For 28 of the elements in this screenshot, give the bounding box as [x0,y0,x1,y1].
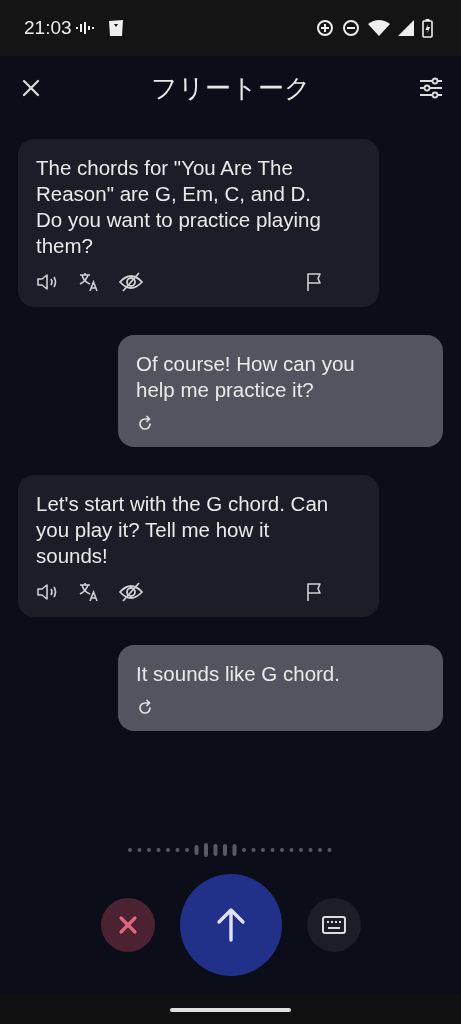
keyboard-icon [321,915,346,935]
screen-title: フリートーク [150,71,311,105]
signal-icon [398,20,414,36]
message-text: It sounds like G chord. [136,661,341,687]
battery-icon [422,18,433,38]
retry-button[interactable] [136,415,154,433]
report-flag-button[interactable] [305,272,323,292]
settings-button[interactable] [419,77,443,99]
notification-icon [107,19,124,37]
hide-text-button[interactable] [118,581,144,603]
message-text: Of course! How can you help me practice it? [136,351,356,403]
do-not-disturb-icon [342,19,360,37]
wifi-icon [368,20,390,36]
message-text: The chords for "You Are The Reason" are G, Em, C, and D. Do you want to practice playing them? [36,155,322,259]
report-flag-button[interactable] [305,582,323,602]
translate-button[interactable] [78,271,100,293]
hide-text-button[interactable] [118,271,144,293]
audio-wave-icon [75,22,96,34]
message-text: Let's start with the G chord. Can you play it? Tell me how it sounds! [36,491,330,569]
home-indicator[interactable] [170,1007,291,1012]
close-button[interactable] [20,77,42,99]
close-icon [117,915,138,935]
translate-button[interactable] [78,581,100,603]
arrow-up-icon [215,907,246,943]
data-saver-icon [316,19,334,37]
retry-button[interactable] [136,699,154,717]
status-time: 21:03 [24,15,72,40]
cancel-button[interactable] [100,898,155,952]
